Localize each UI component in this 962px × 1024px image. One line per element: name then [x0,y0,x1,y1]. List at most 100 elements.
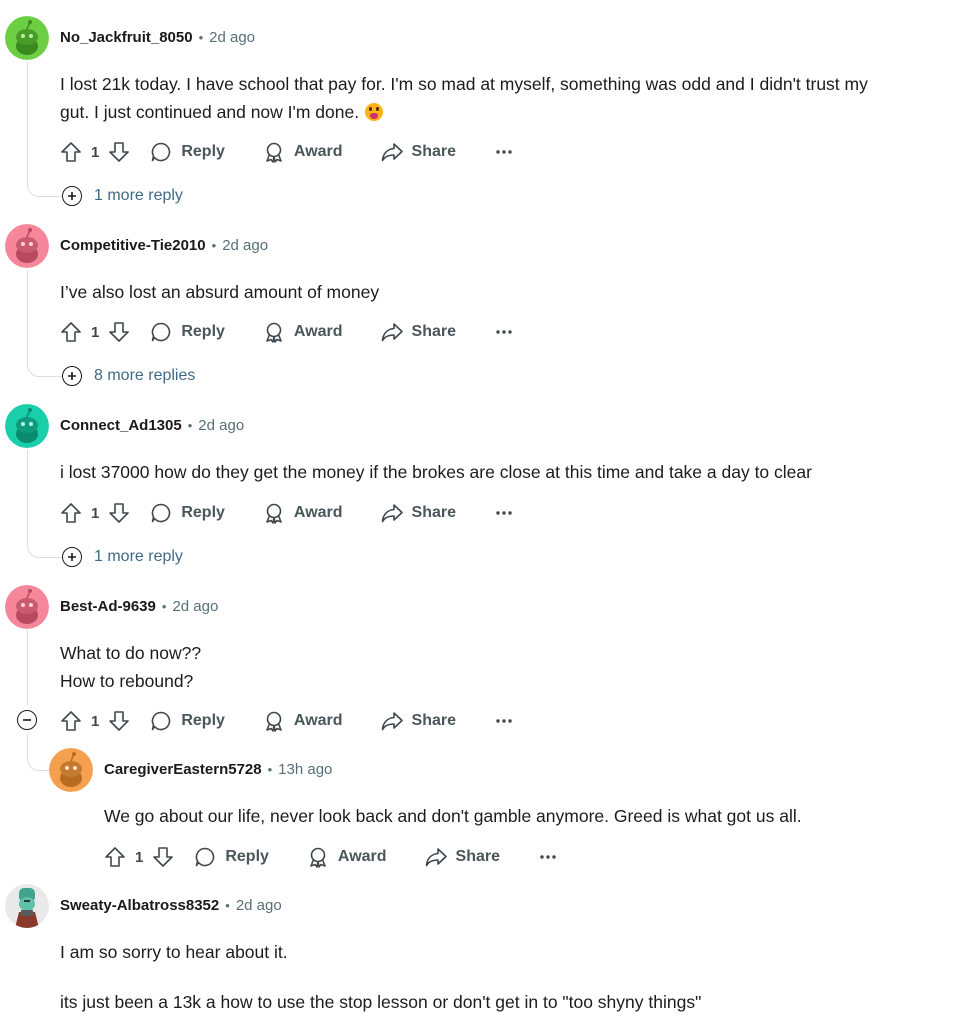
comment-meta: Best-Ad-9639 • 2d ago [60,598,218,615]
more-replies-link[interactable]: 1 more reply [62,186,183,206]
arrow-up-icon [61,322,81,342]
downvote-button[interactable] [108,141,130,163]
author-name[interactable]: Connect_Ad1305 [60,417,182,434]
timestamp[interactable]: 2d ago [172,598,218,615]
thread-line [27,62,28,180]
action-bar: 1 Reply Award Share [60,138,512,166]
comment-bubble-icon [152,322,171,342]
comment-body: i lost 37000 how do they get the money i… [60,458,812,486]
avatar[interactable] [5,585,49,629]
upvote-button[interactable] [60,141,82,163]
avatar[interactable] [5,404,49,448]
arrow-up-icon [105,847,125,867]
thread-elbow [27,176,62,197]
comment-meta: Sweaty-Albatross8352 • 2d ago [60,897,282,914]
comment-line: I am so sorry to hear about it. [60,942,288,962]
award-ribbon-icon [266,711,282,732]
avatar[interactable] [5,16,49,60]
arrow-down-icon [109,322,130,342]
author-name[interactable]: Best-Ad-9639 [60,598,156,615]
share-button[interactable]: Share [425,846,500,868]
award-label: Award [337,848,387,865]
expand-icon [62,547,82,567]
reply-label: Reply [181,712,225,729]
downvote-button[interactable] [152,846,174,868]
action-bar: 1 Reply Award Share [104,843,556,871]
reply-button[interactable]: Reply [194,846,269,868]
avatar[interactable] [5,884,49,928]
author-name[interactable]: Competitive-Tie2010 [60,237,206,254]
more-options-button[interactable] [496,510,512,516]
reply-button[interactable]: Reply [150,710,225,732]
comment-line: i lost 37000 how do they get the money i… [60,462,812,482]
thread-elbow [27,750,50,771]
reply-label: Reply [181,323,225,340]
share-button[interactable]: Share [381,710,456,732]
award-ribbon-icon [266,142,282,163]
reply-button[interactable]: Reply [150,141,225,163]
more-options-button[interactable] [496,329,512,335]
more-options-button[interactable] [540,854,556,860]
author-name[interactable]: Sweaty-Albatross8352 [60,897,219,914]
author-name[interactable]: CaregiverEastern5728 [104,761,262,778]
separator-dot: • [187,418,193,433]
downvote-button[interactable] [108,710,130,732]
action-bar: 1 Reply Award Share [60,318,512,346]
award-label: Award [293,712,343,729]
award-button[interactable]: Award [263,710,343,732]
minus-icon [23,719,31,721]
comment-body: We go about our life, never look back an… [104,802,802,830]
upvote-button[interactable] [60,502,82,524]
ellipsis-icon [540,855,556,859]
more-options-button[interactable] [496,718,512,724]
more-options-button[interactable] [496,149,512,155]
share-label: Share [411,143,456,160]
separator-dot: • [225,898,230,913]
timestamp[interactable]: 2d ago [222,237,268,254]
reply-button[interactable]: Reply [150,321,225,343]
more-replies-link[interactable]: 8 more replies [62,366,195,386]
award-button[interactable]: Award [263,502,343,524]
comment-line: I’ve also lost an absurd amount of money [60,282,380,302]
share-button[interactable]: Share [381,321,456,343]
arrow-down-icon [109,142,130,162]
separator-dot: • [198,30,204,45]
comment-body: What to do now?? How to rebound? [60,639,201,695]
downvote-button[interactable] [108,502,130,524]
share-button[interactable]: Share [381,502,456,524]
comment-line: its just been a 13k a how to use the sto… [60,992,702,1012]
upvote-button[interactable] [60,321,82,343]
collapse-thread-button[interactable] [17,710,37,730]
vote-count: 1 [91,323,100,341]
vote-count: 1 [91,143,100,161]
award-button[interactable]: Award [263,321,343,343]
award-label: Award [293,143,343,160]
reply-label: Reply [181,504,225,521]
timestamp[interactable]: 2d ago [209,29,255,46]
award-button[interactable]: Award [307,846,387,868]
upvote-button[interactable] [104,846,126,868]
comment-line: We go about our life, never look back an… [104,806,802,826]
arrow-up-icon [61,711,81,731]
timestamp[interactable]: 13h ago [278,761,332,778]
share-button[interactable]: Share [381,141,456,163]
comment-line: gut. I just continued and now I'm done. [60,102,360,122]
comment-bubble-icon [152,142,171,162]
award-ribbon-icon [266,322,282,343]
award-label: Award [293,323,343,340]
reply-button[interactable]: Reply [150,502,225,524]
avatar[interactable] [49,748,93,792]
timestamp[interactable]: 2d ago [236,897,282,914]
avatar[interactable] [5,224,49,268]
action-bar: 1 Reply Award Share [60,499,512,527]
author-name[interactable]: No_Jackfruit_8050 [60,29,193,46]
downvote-button[interactable] [108,321,130,343]
more-replies-text: 1 more reply [94,548,183,565]
timestamp[interactable]: 2d ago [198,417,244,434]
comment-body: I lost 21k today. I have school that pay… [60,70,868,126]
more-replies-link[interactable]: 1 more reply [62,547,183,567]
award-ribbon-icon [310,847,326,868]
share-label: Share [411,323,456,340]
award-button[interactable]: Award [263,141,343,163]
upvote-button[interactable] [60,710,82,732]
